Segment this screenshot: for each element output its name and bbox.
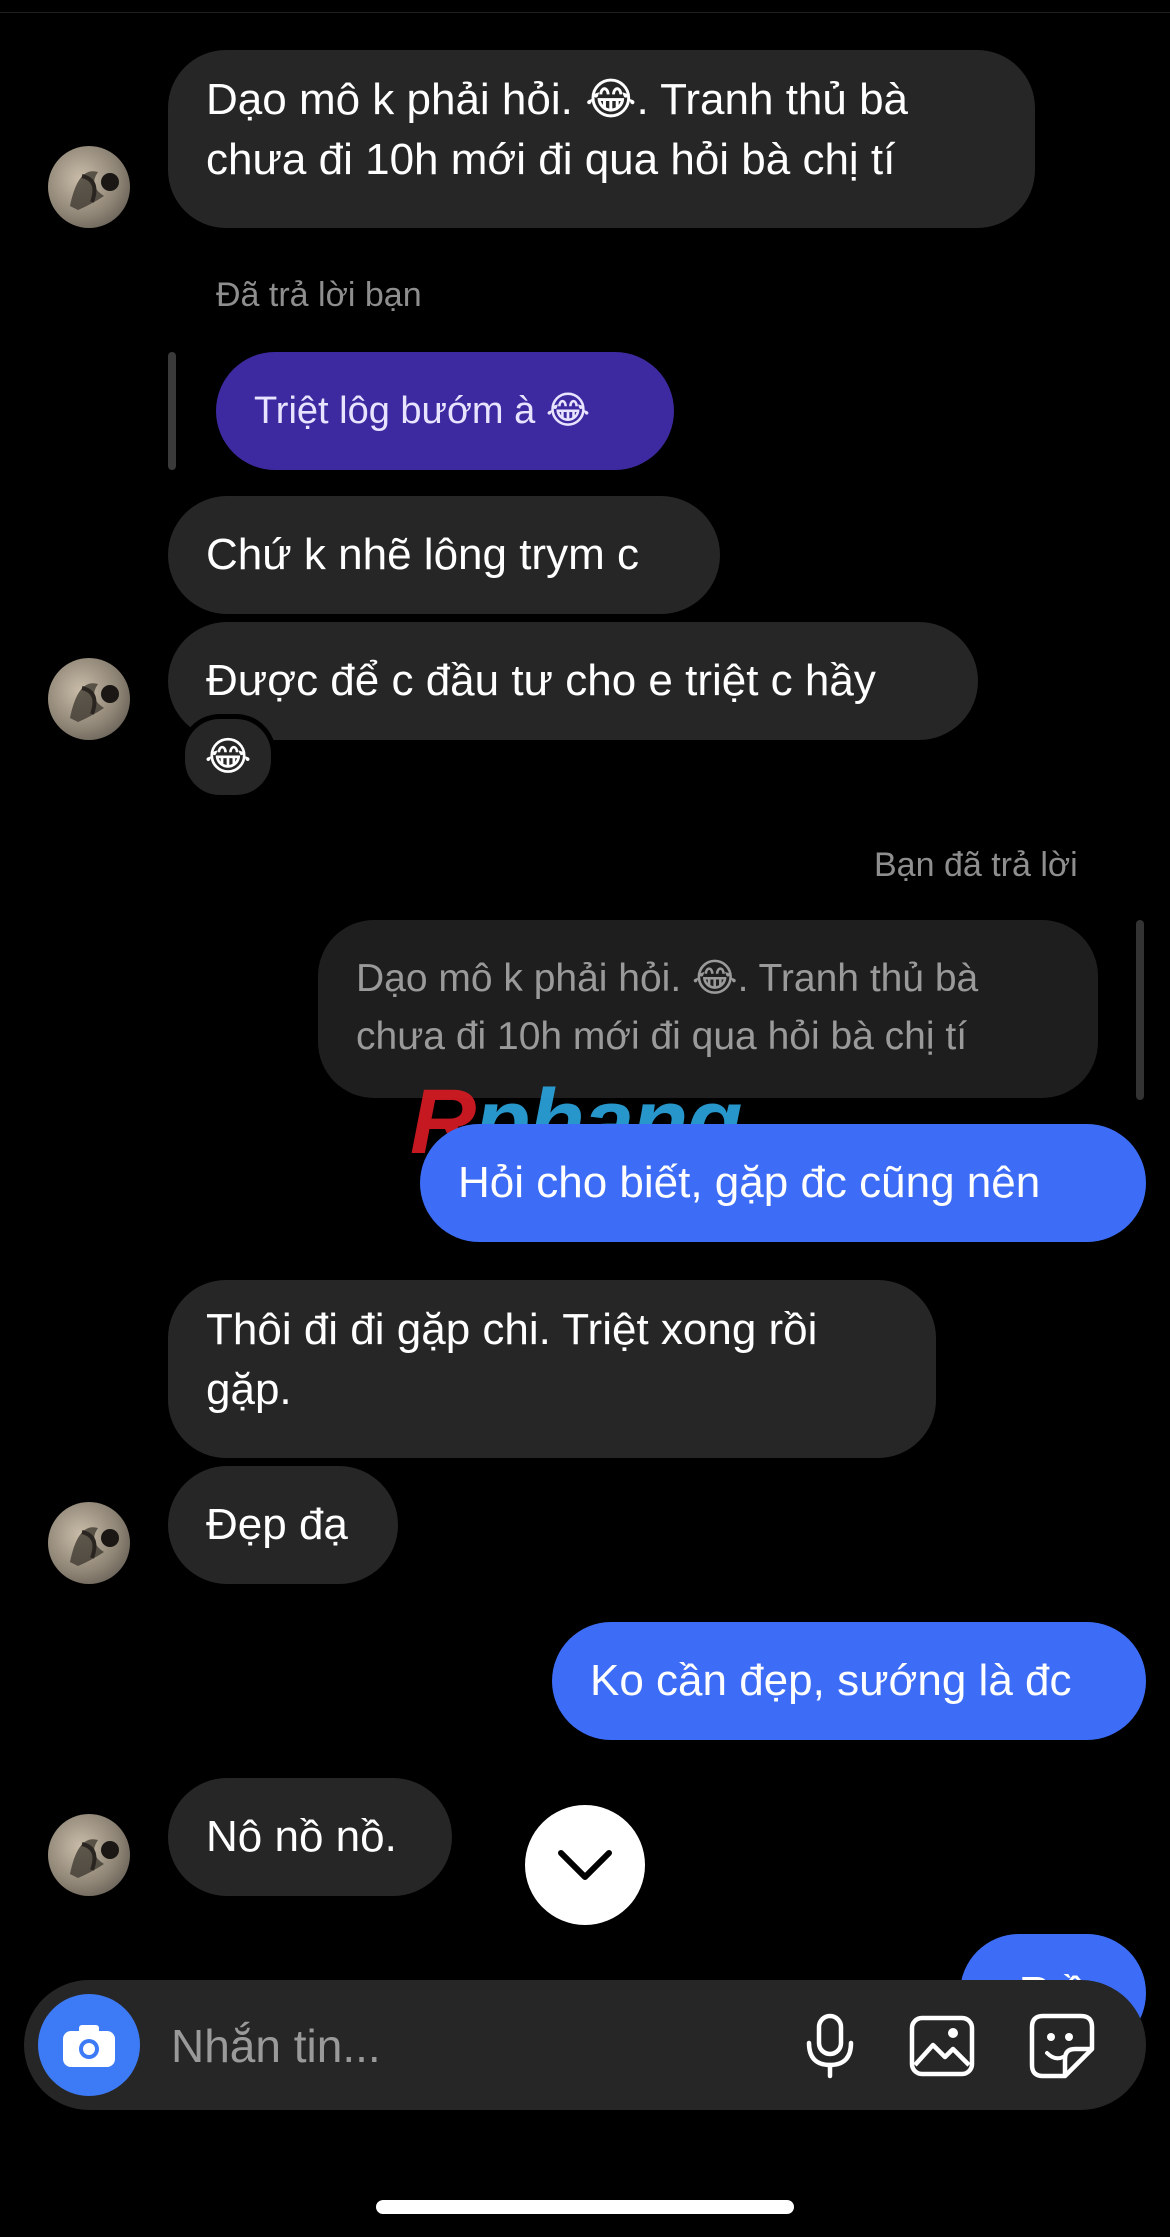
gallery-button[interactable]: [906, 2010, 978, 2082]
outgoing-message[interactable]: Hỏi cho biết, gặp đc cũng nên: [420, 1124, 1146, 1242]
camera-icon: [63, 2025, 115, 2067]
microphone-icon: [806, 2013, 854, 2079]
quoted-line: Dạo mô k phải hỏi. 😂. Tranh thủ bà: [356, 957, 979, 1000]
reply-bar: [1136, 920, 1144, 1100]
incoming-message[interactable]: Chứ k nhẽ lông trym c: [168, 496, 720, 614]
scroll-to-bottom-button[interactable]: [525, 1805, 645, 1925]
incoming-message[interactable]: Nô nồ nồ.: [168, 1778, 452, 1896]
reply-bar: [168, 352, 176, 470]
incoming-message[interactable]: Được để c đầu tư cho e triệt c hầy: [168, 622, 978, 740]
quoted-message[interactable]: Triệt lôg bướm à 😂: [216, 352, 674, 470]
avatar[interactable]: [48, 658, 130, 740]
quoted-line: chưa đi 10h mới đi qua hỏi bà chị tí: [356, 1015, 968, 1058]
microphone-button[interactable]: [794, 2010, 866, 2082]
message-line: Dạo mô k phải hỏi. 😂. Tranh thủ bà: [206, 75, 909, 124]
top-divider: [0, 12, 1170, 13]
incoming-message[interactable]: Thôi đi đi gặp chi. Triệt xong rồi gặp.: [168, 1280, 936, 1458]
incoming-message[interactable]: Đẹp đạ: [168, 1466, 398, 1584]
message-line: Thôi đi đi gặp chi. Triệt xong rồi: [206, 1305, 818, 1354]
message-composer: [24, 1980, 1146, 2110]
incoming-message[interactable]: Dạo mô k phải hỏi. 😂. Tranh thủ bà chưa …: [168, 50, 1035, 228]
message-line: chưa đi 10h mới đi qua hỏi bà chị tí: [206, 135, 896, 184]
outgoing-message[interactable]: Ko cần đẹp, sướng là đc: [552, 1622, 1146, 1740]
reaction-badge[interactable]: 😂: [180, 714, 276, 800]
message-line: gặp.: [206, 1365, 292, 1414]
sticker-button[interactable]: [1026, 2010, 1098, 2082]
reply-label: Đã trả lời bạn: [216, 276, 422, 314]
sticker-icon: [1029, 2013, 1095, 2079]
camera-button[interactable]: [38, 1994, 140, 2096]
home-indicator[interactable]: [376, 2200, 794, 2214]
gallery-icon: [909, 2015, 975, 2077]
reply-label: Bạn đã trả lời: [874, 846, 1078, 884]
avatar[interactable]: [48, 1502, 130, 1584]
avatar[interactable]: [48, 1814, 130, 1896]
message-input[interactable]: [169, 2010, 793, 2082]
avatar[interactable]: [48, 146, 130, 228]
chevron-down-icon: [558, 1850, 612, 1880]
